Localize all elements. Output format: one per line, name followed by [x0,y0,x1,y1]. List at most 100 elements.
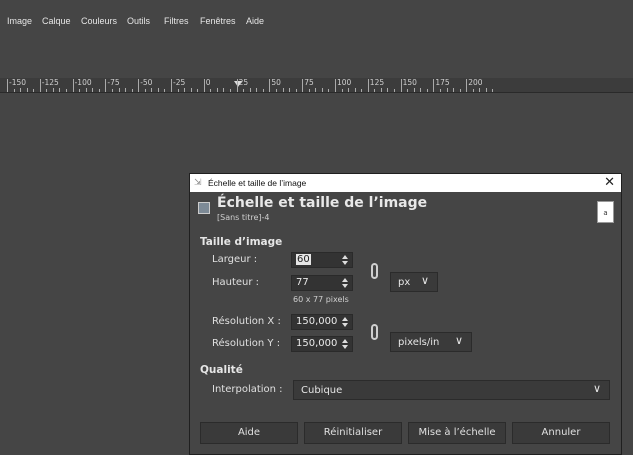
ruler-label: -125 [41,78,59,87]
height-spinner[interactable] [340,276,350,290]
ruler-minor-tick [321,88,323,92]
image-name: [Sans titre]-4 [217,213,270,222]
ruler-minor-tick [256,88,258,92]
ruler-minor-tick [33,89,35,92]
chevron-down-icon: ∨ [592,382,601,395]
interpolation-select[interactable]: Cubique ∨ [293,380,610,400]
ruler-label: -150 [9,78,27,87]
menu-image[interactable]: Image [7,16,32,26]
height-value: 77 [296,277,309,288]
ruler-major-tick [171,79,172,92]
image-size-section-title: Taille d’image [200,236,283,248]
ruler-major-tick [39,79,41,92]
menu-aide[interactable]: Aide [246,16,264,26]
ruler-minor-tick [98,89,100,92]
resolution-x-input[interactable]: 150,000 [291,314,353,330]
resolution-unit-value: pixels/in [398,337,440,348]
interpolation-label: Interpolation : [212,384,283,395]
ruler-label: -75 [107,78,120,87]
horizontal-ruler[interactable]: -150 -125 -100 -75 -50 -25 0 25 50 75 100 125 150 175… [0,78,633,93]
dialog-titlebar[interactable]: ⇲ Échelle et taille de l’image ✕ [190,174,621,192]
ruler-minor-tick [52,88,54,92]
ruler-minor-tick [13,89,15,92]
ruler-label: 0 [205,78,211,87]
ruler-minor-tick [118,88,120,92]
resolution-y-input[interactable]: 150,000 [291,336,353,352]
ruler-major-tick [138,79,140,92]
quality-section-title: Qualité [200,364,243,376]
ruler-minor-tick [111,89,113,92]
resolution-x-label: Résolution X : [212,316,281,327]
reset-button[interactable]: Réinitialiser [304,422,402,444]
ruler-minor-tick [210,89,212,92]
ruler-major-tick [466,79,468,92]
ruler-label: 150 [402,78,417,87]
ruler-minor-tick [354,88,356,92]
menu-filtres[interactable]: Filtres [164,16,189,26]
ruler-label: 25 [238,78,249,87]
ruler-major-tick [335,79,336,92]
cancel-button[interactable]: Annuler [512,422,610,444]
image-icon [198,202,210,214]
ruler-major-tick [269,79,271,92]
scale-tool-icon: ⇲ [194,177,202,187]
ruler-minor-tick [20,88,22,92]
ruler-label: 175 [435,78,450,87]
scale-button[interactable]: Mise à l’échelle [408,422,506,444]
ruler-minor-tick [144,89,146,92]
ruler-major-tick [433,79,435,92]
menu-outils[interactable]: Outils [127,16,150,26]
ruler-minor-tick [164,89,166,92]
ruler-minor-tick [453,88,455,92]
size-unit-value: px [398,277,411,288]
ruler-minor-tick [79,89,81,92]
resolution-y-label: Résolution Y : [212,338,281,349]
resolution-y-spinner[interactable] [340,337,350,351]
resolution-x-spinner[interactable] [340,315,350,329]
ruler-minor-tick [157,88,159,92]
ruler-minor-tick [59,88,61,92]
width-spinner[interactable] [340,253,350,267]
ruler-minor-tick [472,89,474,92]
width-input[interactable]: 60 [291,252,353,268]
resolution-unit-select[interactable]: pixels/in ∨ [390,332,472,352]
pixel-dimensions-note: 60 x 77 pixels [293,295,349,304]
scale-image-dialog: ⇲ Échelle et taille de l’image ✕ Échelle… [189,173,622,455]
ruler-minor-tick [131,89,133,92]
chain-link-icon[interactable] [371,263,378,279]
ruler-minor-tick [308,89,310,92]
close-icon[interactable]: ✕ [604,174,615,190]
ruler-minor-tick [426,89,428,92]
ruler-minor-tick [315,88,317,92]
height-label: Hauteur : [212,277,260,288]
menu-calque[interactable]: Calque [42,16,71,26]
ruler-label: -50 [140,78,153,87]
chevron-down-icon: ∨ [420,274,429,287]
ruler-label: 125 [369,78,385,87]
ruler-minor-tick [459,89,461,92]
ruler-major-tick [105,79,107,92]
ruler-major-tick [302,79,304,92]
ruler-minor-tick [341,89,343,92]
ruler-label: -25 [173,78,186,87]
dialog-window-title: Échelle et taille de l’image [208,178,307,188]
image-thumbnail: a [597,201,614,223]
interpolation-value: Cubique [301,385,343,396]
ruler-minor-tick [125,88,127,92]
help-button[interactable]: Aide [200,422,298,444]
ruler-minor-tick [85,88,87,92]
menu-fenetres[interactable]: Fenêtres [200,16,236,26]
menu-couleurs[interactable]: Couleurs [81,16,117,26]
ruler-label: -100 [74,78,92,87]
height-input[interactable]: 77 [291,275,353,291]
resolution-chain-link-icon[interactable] [371,324,378,340]
ruler-minor-tick [282,88,284,92]
ruler-major-tick [236,79,238,92]
ruler-minor-tick [46,89,48,92]
ruler-label: 100 [337,78,352,87]
ruler-minor-tick [184,88,186,92]
size-unit-select[interactable]: px ∨ [390,272,438,292]
ruler-minor-tick [66,89,68,92]
ruler-minor-tick [249,88,251,92]
ruler-label: 75 [304,78,314,87]
